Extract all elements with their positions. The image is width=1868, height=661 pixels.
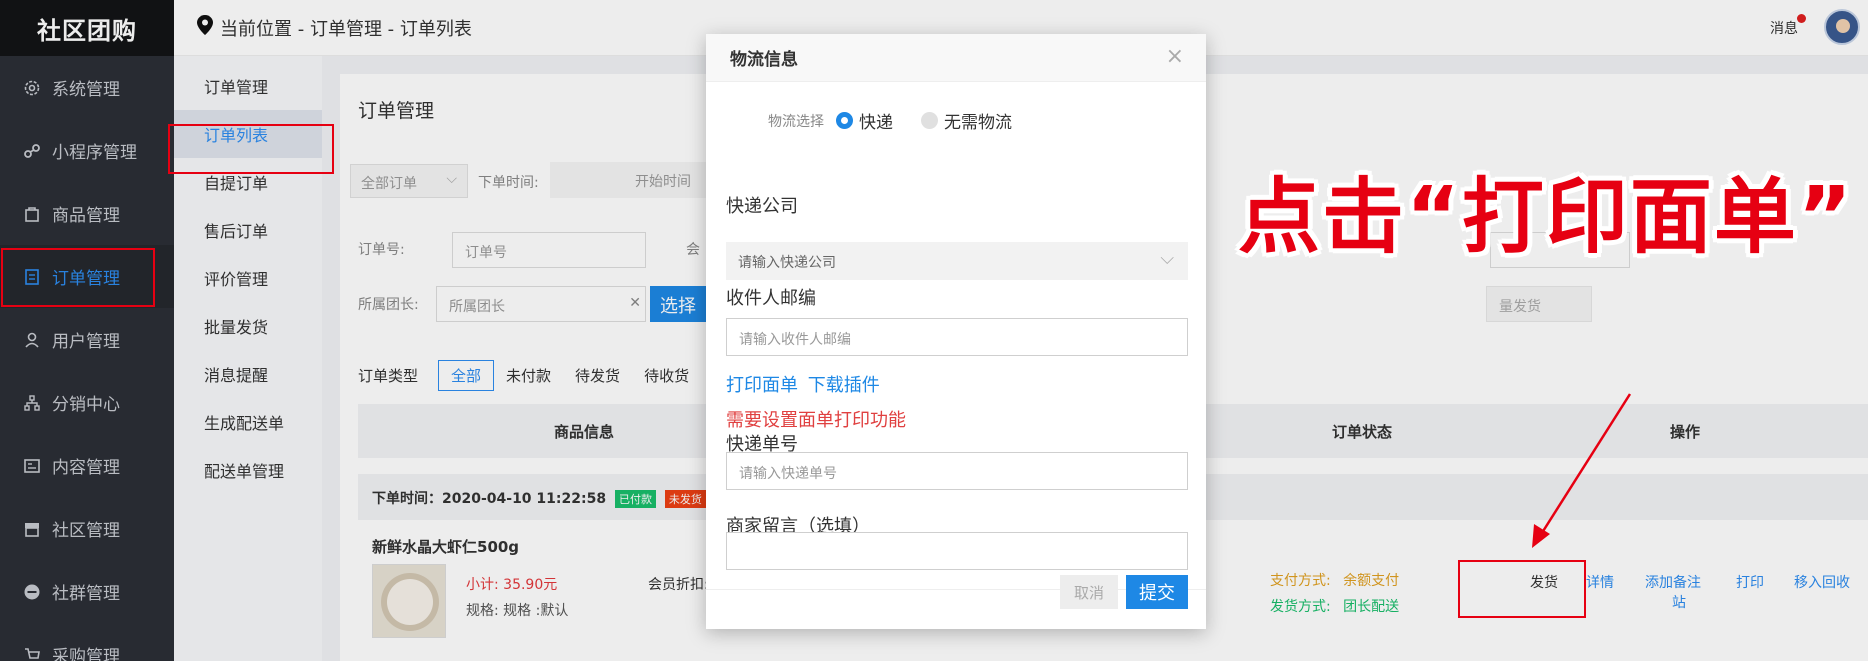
- close-icon[interactable]: ×: [1166, 44, 1184, 69]
- logistics-label: 物流选择: [768, 113, 824, 130]
- company-label: 快递公司: [726, 196, 798, 217]
- download-plugin-link[interactable]: 下载插件: [808, 375, 880, 396]
- highlight-box-ship: [1458, 560, 1586, 618]
- instruction-caption: 点击“打印面单”: [1238, 170, 1854, 265]
- logistics-choice: 物流选择 快递 无需物流: [768, 108, 1012, 133]
- app-root: 社区团购 系统管理 小程序管理 商品管理 订单管理 用户管理 分销中心 内容管理: [0, 0, 1868, 661]
- radio-no-logistics[interactable]: [921, 112, 938, 129]
- note-textarea[interactable]: [726, 532, 1188, 570]
- highlight-box-orders: [1, 248, 155, 307]
- radio-no-logistics-label[interactable]: 无需物流: [944, 108, 1012, 133]
- highlight-box-order-list: [168, 124, 334, 174]
- modal-body: 物流选择 快递 无需物流 快递公司 请输入快递公司 ⌵ 收件人邮编 请输入收件人…: [706, 82, 1206, 577]
- logistics-modal: 物流信息 × 物流选择 快递 无需物流 快递公司 请输入快递公司 ⌵ 收件人邮编…: [706, 34, 1206, 629]
- print-links: 打印面单 下载插件: [726, 371, 880, 397]
- arrow-annotation: [1532, 393, 1632, 548]
- radio-express[interactable]: [836, 112, 853, 129]
- print-waybill-link[interactable]: 打印面单: [726, 375, 798, 396]
- modal-header: 物流信息 ×: [706, 34, 1206, 82]
- modal-title: 物流信息: [730, 50, 798, 70]
- tracking-input[interactable]: 请输入快递单号: [726, 452, 1188, 490]
- print-warning: 需要设置面单打印功能: [726, 410, 906, 431]
- chevron-down-icon: ⌵: [1160, 248, 1174, 269]
- zip-label: 收件人邮编: [726, 288, 816, 309]
- company-select[interactable]: 请输入快递公司 ⌵: [726, 242, 1188, 280]
- radio-express-label[interactable]: 快递: [859, 108, 893, 133]
- company-placeholder: 请输入快递公司: [738, 255, 836, 271]
- submit-button[interactable]: 提交: [1126, 575, 1188, 609]
- zip-input[interactable]: 请输入收件人邮编: [726, 318, 1188, 356]
- cancel-button[interactable]: 取消: [1060, 575, 1118, 609]
